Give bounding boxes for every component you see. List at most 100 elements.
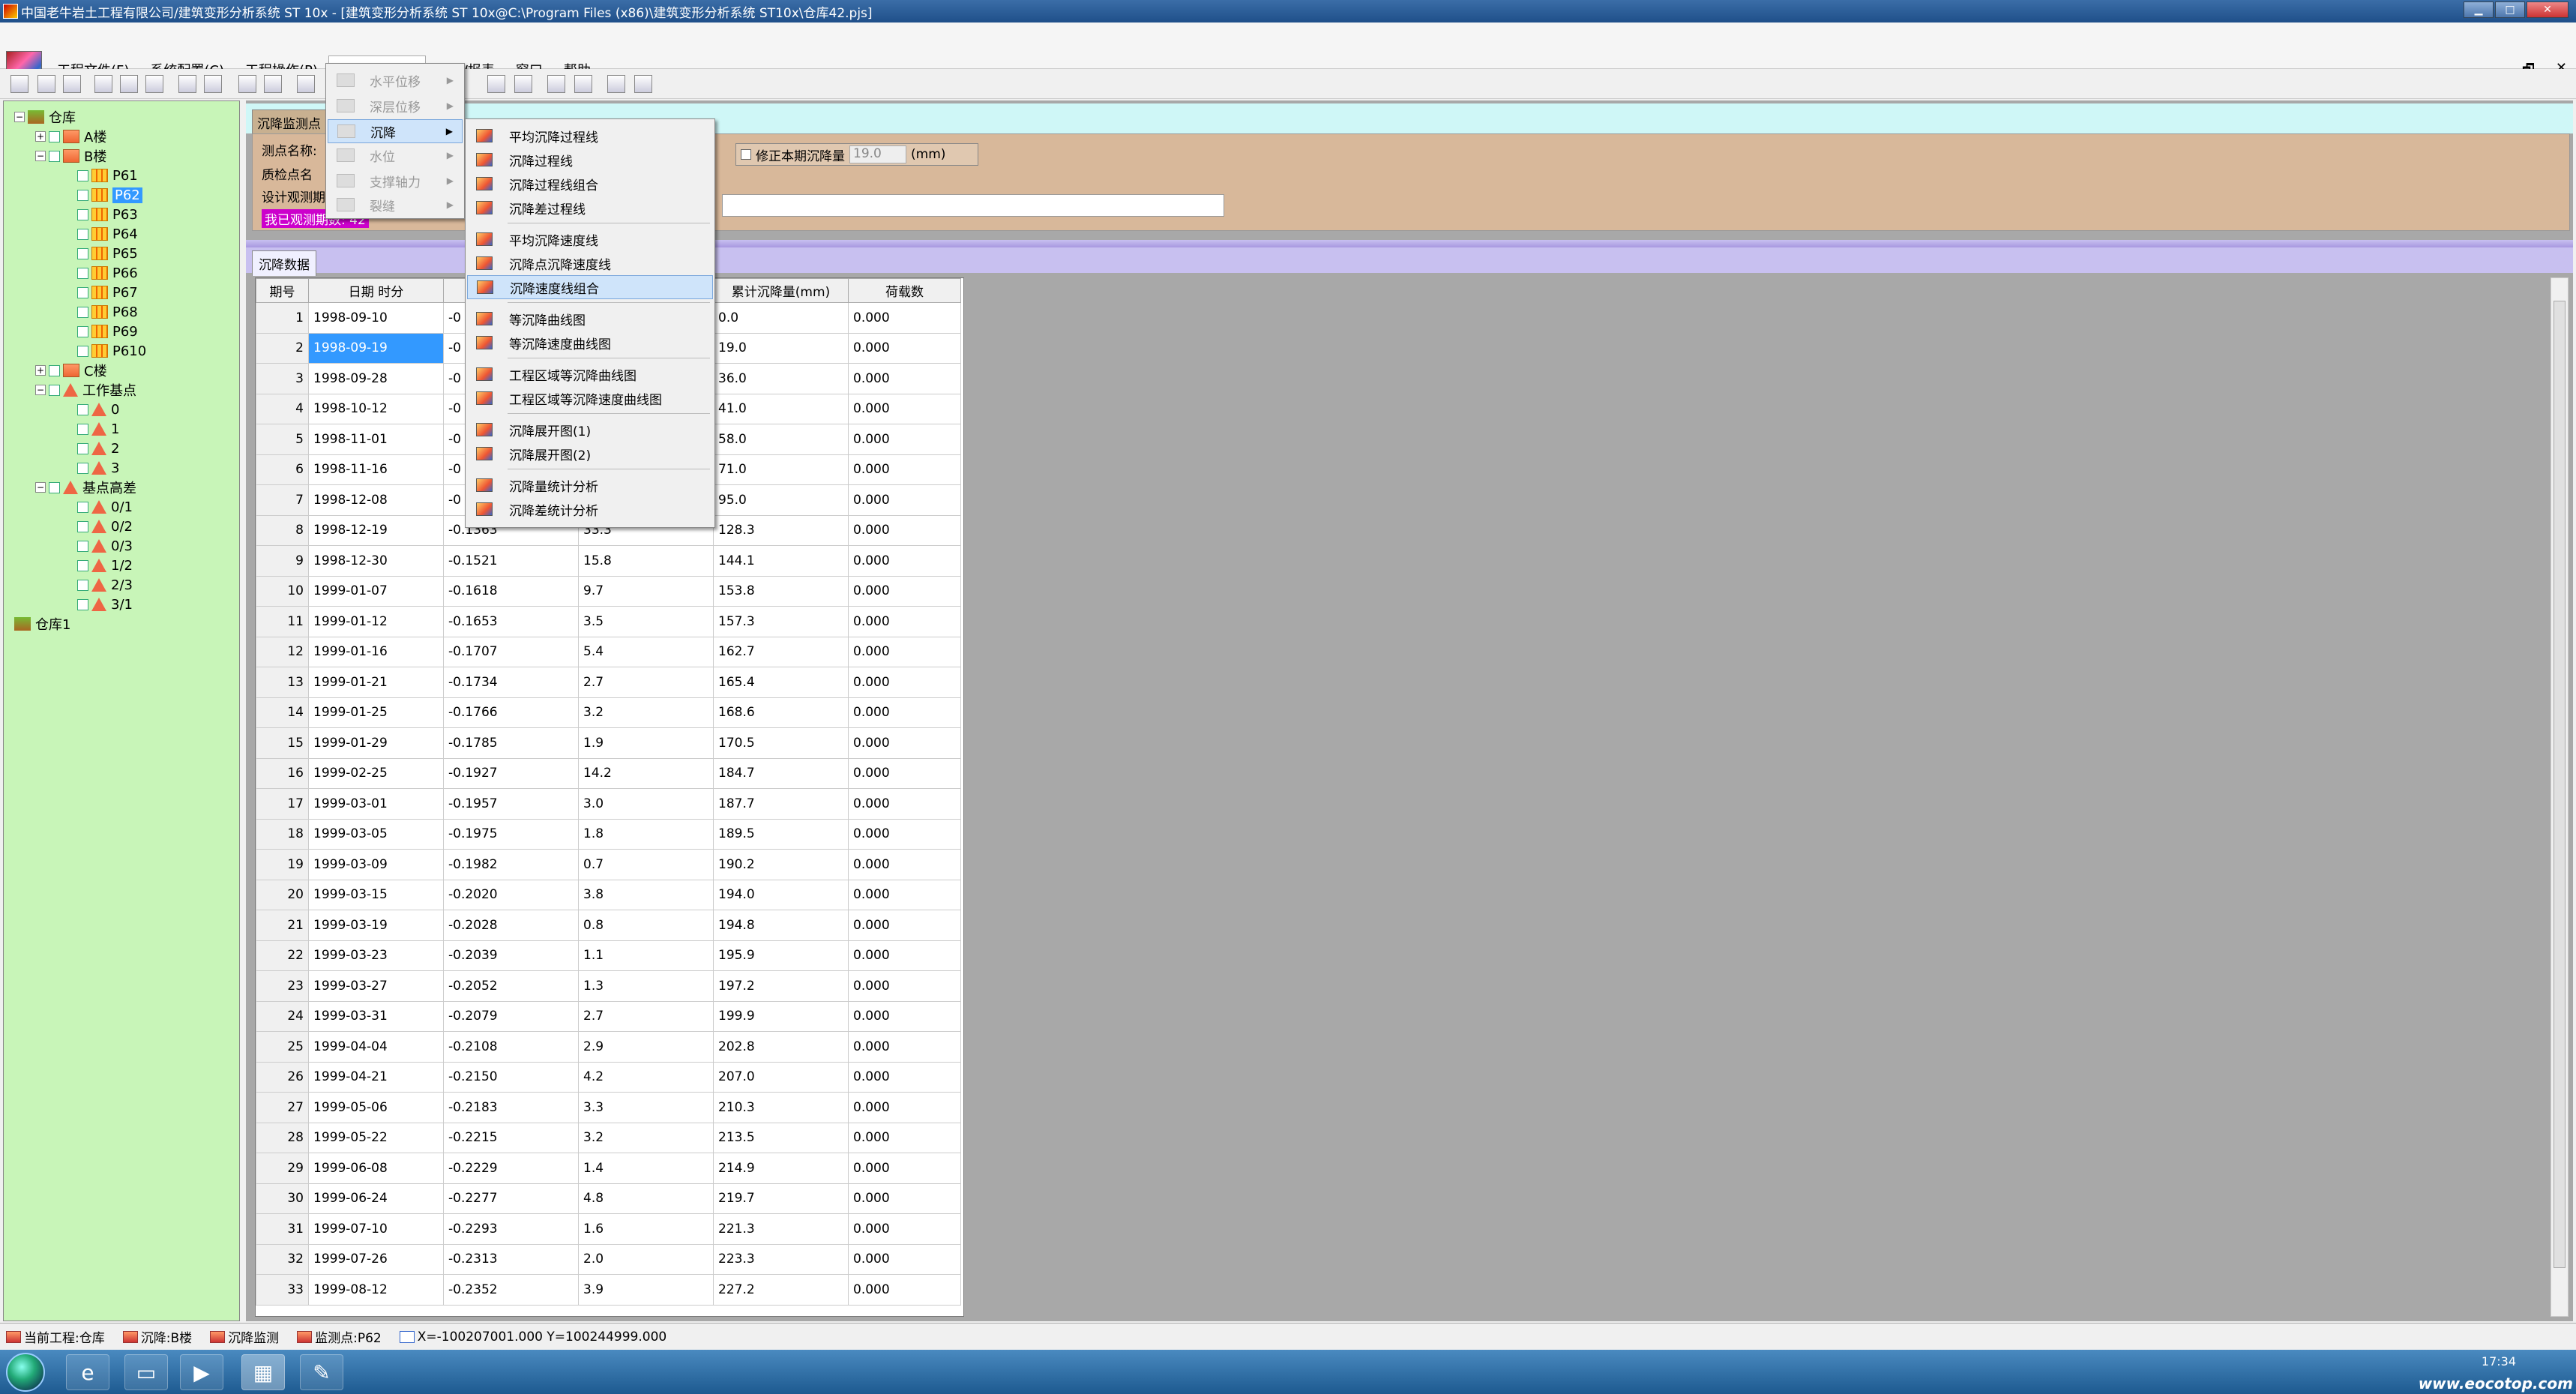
tree-node-p68[interactable]: P68 [77, 302, 138, 322]
tree-node-c[interactable]: + C楼 [35, 361, 107, 380]
table-cell[interactable]: 1999-07-26 [308, 1243, 444, 1275]
column-header[interactable]: 期号 [256, 278, 309, 303]
table-cell[interactable]: 1998-09-19 [308, 332, 444, 364]
table-cell[interactable]: 1999-04-04 [308, 1031, 444, 1063]
table-cell[interactable]: 0.000 [848, 849, 961, 880]
table-cell[interactable]: 3.3 [578, 1092, 714, 1123]
table-cell[interactable]: 190.2 [713, 849, 849, 880]
table-cell[interactable]: -0.2229 [443, 1153, 579, 1184]
table-cell[interactable]: 9.7 [578, 575, 714, 607]
tree-node-root[interactable]: − 仓库 [14, 107, 76, 127]
tree-node-base-0[interactable]: 0 [77, 400, 119, 419]
column-header[interactable]: 累计沉降量(mm) [713, 278, 849, 303]
table-cell[interactable]: 2 [256, 332, 309, 364]
contour-icon[interactable] [547, 75, 565, 93]
table-cell[interactable]: -0.1975 [443, 818, 579, 850]
menu-item-unfold-1[interactable]: 沉降展开图(1) [467, 418, 713, 442]
table-cell[interactable]: 1 [256, 302, 309, 334]
table-cell[interactable]: 0.000 [848, 1183, 961, 1214]
tree-node-p63[interactable]: P63 [77, 205, 138, 224]
table-cell[interactable]: -0.2277 [443, 1183, 579, 1214]
table-cell[interactable]: 1999-05-06 [308, 1092, 444, 1123]
table-cell[interactable]: -0.2020 [443, 879, 579, 910]
table-cell[interactable]: -0.2039 [443, 940, 579, 971]
tree-node-base[interactable]: − 工作基点 [35, 380, 136, 400]
table-cell[interactable]: 7 [256, 484, 309, 516]
table-cell[interactable]: 0.0 [713, 302, 849, 334]
table-row[interactable]: 17 1999-03-01 -0.1957 3.0 187.7 0.000 [256, 788, 961, 820]
table-cell[interactable]: 195.9 [713, 940, 849, 971]
table-cell[interactable]: 1999-01-07 [308, 575, 444, 607]
table-cell[interactable]: 0.8 [578, 910, 714, 941]
table-cell[interactable]: 1999-06-08 [308, 1153, 444, 1184]
table-cell[interactable]: 0.000 [848, 697, 961, 728]
table-cell[interactable]: 4 [256, 393, 309, 424]
table-cell[interactable]: 0.000 [848, 1000, 961, 1032]
table-cell[interactable]: 0.000 [848, 1061, 961, 1093]
table-cell[interactable]: 227.2 [713, 1274, 849, 1306]
table-cell[interactable]: 5.4 [578, 636, 714, 667]
tree-node-base-2[interactable]: 2 [77, 439, 119, 458]
table-cell[interactable]: 1998-12-30 [308, 545, 444, 577]
table-row[interactable]: 32 1999-07-26 -0.2313 2.0 223.3 0.000 [256, 1243, 961, 1275]
table-cell[interactable]: 1998-12-08 [308, 484, 444, 516]
table-cell[interactable]: 1.1 [578, 940, 714, 971]
table-row[interactable]: 12 1999-01-16 -0.1707 5.4 162.7 0.000 [256, 636, 961, 667]
tab-settlement-data[interactable]: 沉降数据 [252, 250, 316, 276]
table-row[interactable]: 13 1999-01-21 -0.1734 2.7 165.4 0.000 [256, 667, 961, 698]
table-cell[interactable]: -0.1766 [443, 697, 579, 728]
table-cell[interactable]: 1999-01-21 [308, 667, 444, 698]
vertical-scrollbar[interactable] [2551, 277, 2569, 1317]
media-player-icon[interactable]: ▶ [180, 1354, 223, 1390]
table-cell[interactable]: 0.7 [578, 849, 714, 880]
table-row[interactable]: 10 1999-01-07 -0.1618 9.7 153.8 0.000 [256, 575, 961, 607]
table-cell[interactable]: 0.000 [848, 1092, 961, 1123]
table-cell[interactable]: 0.000 [848, 667, 961, 698]
table-cell[interactable]: 1999-01-16 [308, 636, 444, 667]
save-icon[interactable] [63, 75, 81, 93]
table-cell[interactable]: 0.000 [848, 727, 961, 759]
table-cell[interactable]: 153.8 [713, 575, 849, 607]
table-row[interactable]: 19 1999-03-09 -0.1982 0.7 190.2 0.000 [256, 849, 961, 880]
table-row[interactable]: 30 1999-06-24 -0.2277 4.8 219.7 0.000 [256, 1183, 961, 1214]
menu-item-stat[interactable]: 沉降量统计分析 [467, 473, 713, 497]
table-cell[interactable]: 0.000 [848, 393, 961, 424]
table-cell[interactable]: 207.0 [713, 1061, 849, 1093]
menu-item-avg-process[interactable]: 平均沉降过程线 [467, 124, 713, 148]
table-cell[interactable]: 1999-01-25 [308, 697, 444, 728]
table-cell[interactable]: 1999-07-10 [308, 1213, 444, 1245]
table-cell[interactable]: 17 [256, 788, 309, 820]
table-row[interactable]: 31 1999-07-10 -0.2293 1.6 221.3 0.000 [256, 1213, 961, 1245]
menu-item-unfold-2[interactable]: 沉降展开图(2) [467, 442, 713, 466]
tree-node-base-1[interactable]: 1 [77, 419, 119, 439]
table-cell[interactable]: 128.3 [713, 514, 849, 546]
table-cell[interactable]: 189.5 [713, 818, 849, 850]
table-cell[interactable]: 0.000 [848, 484, 961, 516]
level2-icon[interactable] [264, 75, 282, 93]
table-cell[interactable]: 95.0 [713, 484, 849, 516]
tree-node-diff[interactable]: − 基点高差 [35, 478, 136, 497]
minimize-button[interactable]: ▁ [2464, 1, 2494, 18]
tree-node-diff-02[interactable]: 0/2 [77, 517, 133, 536]
table-row[interactable]: 18 1999-03-05 -0.1975 1.8 189.5 0.000 [256, 818, 961, 850]
table-cell[interactable]: 0.000 [848, 545, 961, 577]
table-cell[interactable]: -0.2079 [443, 1000, 579, 1032]
table-row[interactable]: 28 1999-05-22 -0.2215 3.2 213.5 0.000 [256, 1122, 961, 1153]
menu-item-diff-process[interactable]: 沉降差过程线 [467, 196, 713, 220]
table-cell[interactable]: 28 [256, 1122, 309, 1153]
table-cell[interactable]: -0.2352 [443, 1274, 579, 1306]
table-cell[interactable]: 31 [256, 1213, 309, 1245]
table-row[interactable]: 23 1999-03-27 -0.2052 1.3 197.2 0.000 [256, 970, 961, 1002]
table-row[interactable]: 26 1999-04-21 -0.2150 4.2 207.0 0.000 [256, 1061, 961, 1093]
table-cell[interactable]: 41.0 [713, 393, 849, 424]
design-input[interactable] [722, 194, 1224, 217]
table-cell[interactable]: 19 [256, 849, 309, 880]
clock[interactable]: 17:34 [2482, 1354, 2516, 1369]
menu-item-crack[interactable]: 裂缝 ▶ [328, 193, 463, 217]
maximize-button[interactable]: □ [2495, 1, 2525, 18]
table-cell[interactable]: 0.000 [848, 636, 961, 667]
table-cell[interactable]: 2.7 [578, 1000, 714, 1032]
table-cell[interactable]: 2.7 [578, 667, 714, 698]
table-cell[interactable]: -0.1653 [443, 606, 579, 637]
table-cell[interactable]: -0.1785 [443, 727, 579, 759]
